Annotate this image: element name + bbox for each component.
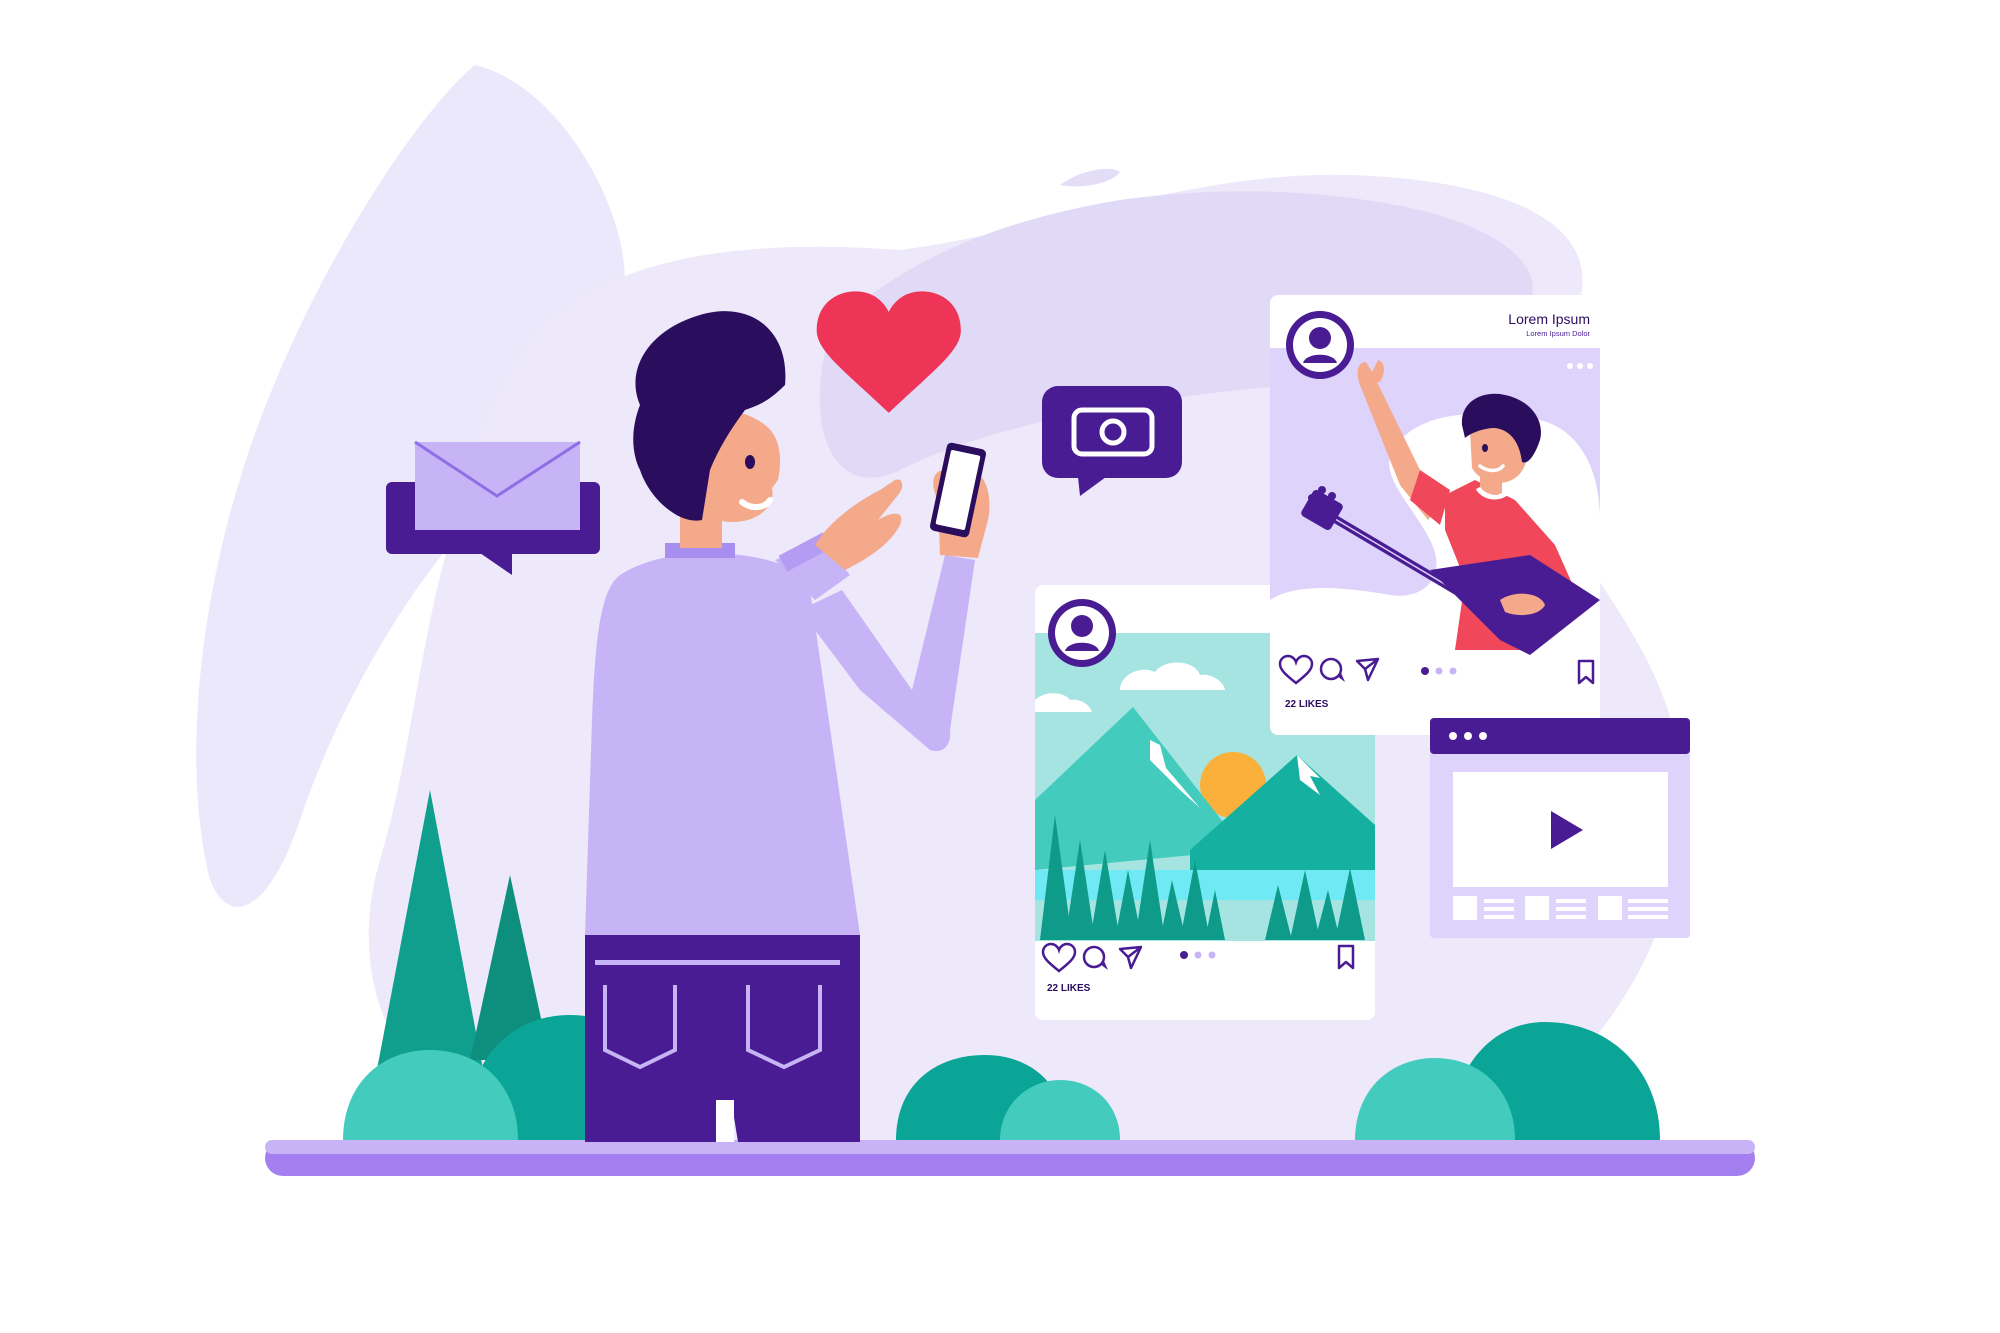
avatar-icon[interactable] — [1048, 599, 1116, 667]
video-thumbnails — [1453, 896, 1668, 920]
person-eye — [745, 455, 755, 469]
avatar-icon[interactable] — [1286, 311, 1354, 379]
video-window — [1430, 718, 1690, 938]
pants-belt-line — [595, 960, 840, 965]
carousel-dots — [1421, 667, 1457, 675]
pants-gap — [716, 1100, 734, 1142]
post-author-subtitle: Lorem Ipsum Dolor — [1526, 329, 1590, 338]
ground-bar-highlight — [265, 1140, 1755, 1154]
blob-streak — [1060, 168, 1120, 187]
post-author-name: Lorem Ipsum — [1508, 311, 1590, 327]
more-dots-icon[interactable] — [1567, 363, 1593, 369]
post-likes: 22 LIKES — [1047, 983, 1091, 994]
more-dots-icon[interactable] — [1449, 732, 1487, 740]
camera-bubble-body — [1042, 386, 1182, 478]
social-media-illustration: 22 LIKES Lorem Ipsum Lorem Ipsum Dolor 2… — [196, 65, 1755, 1176]
musician-eye — [1482, 444, 1488, 452]
carousel-dots — [1180, 951, 1216, 959]
envelope-icon — [414, 440, 581, 530]
post-likes: 22 LIKES — [1285, 699, 1329, 710]
post-card-musician: Lorem Ipsum Lorem Ipsum Dolor 22 LIKES — [1270, 295, 1600, 735]
